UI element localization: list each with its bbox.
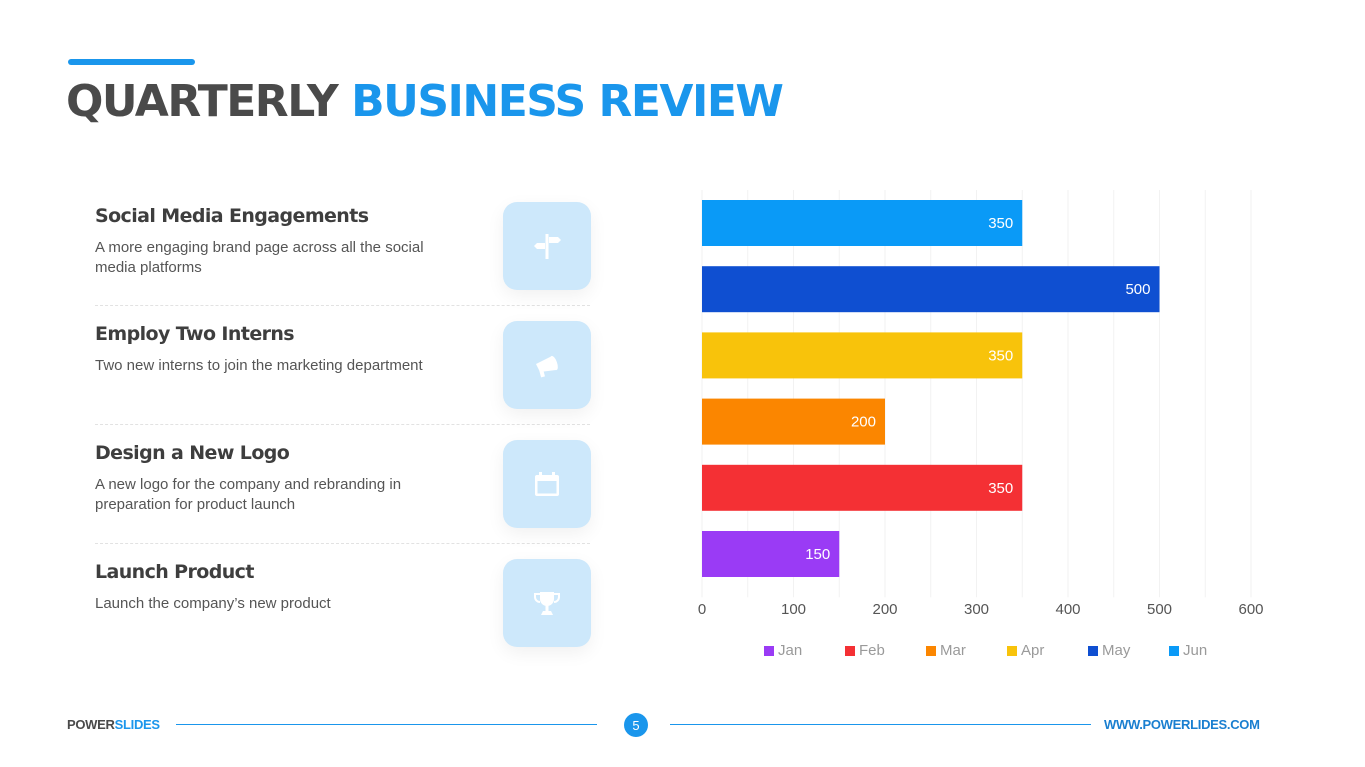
x-tick-label: 500 (1147, 601, 1172, 618)
legend-label: Mar (940, 642, 966, 659)
megaphone-icon-box (503, 321, 591, 409)
bar-chart: 350 500 350 200 350 150 0 100 200 300 400 500 600 (698, 190, 1264, 618)
x-tick-label: 0 (698, 601, 706, 618)
chart-x-ticks: 0 100 200 300 400 500 600 (698, 601, 1264, 618)
legend-item-jun: Jun (1169, 642, 1207, 659)
footer-line-right (670, 724, 1091, 725)
signpost-icon-box (503, 202, 591, 290)
legend-item-mar: Mar (926, 642, 966, 659)
legend-swatch (1088, 645, 1098, 656)
legend-swatch (845, 645, 855, 656)
legend-label: Apr (1021, 642, 1045, 659)
x-tick-label: 200 (872, 601, 897, 618)
item-description: Two new interns to join the marketing de… (95, 357, 423, 374)
divider (95, 305, 590, 306)
megaphone-icon (536, 355, 558, 378)
divider (95, 424, 590, 425)
brand-part-1: POWER (67, 717, 115, 732)
title-part-2: BUSINESS REVIEW (351, 76, 784, 127)
bar-apr (702, 332, 1023, 379)
bar-value-label: 350 (988, 215, 1013, 232)
bar-value-label: 500 (1125, 281, 1150, 298)
divider (95, 543, 590, 544)
bar-feb (702, 464, 1023, 511)
x-tick-label: 300 (964, 601, 989, 618)
title-accent-bar (68, 59, 195, 65)
legend-item-feb: Feb (845, 642, 885, 659)
legend-swatch (926, 645, 936, 656)
x-tick-label: 100 (781, 601, 806, 618)
trophy-icon-box (503, 559, 591, 647)
legend-swatch (1007, 645, 1017, 656)
footer-line-left (176, 724, 597, 725)
calendar-icon (535, 472, 559, 496)
legend-label: May (1102, 642, 1131, 659)
bar-jun (702, 200, 1023, 246)
x-tick-label: 600 (1238, 601, 1263, 618)
bar-value-label: 350 (988, 347, 1013, 364)
bar-may (702, 266, 1160, 313)
x-tick-label: 400 (1055, 601, 1080, 618)
footer-brand: POWERSLIDES (67, 717, 160, 732)
brand-part-2: SLIDES (114, 717, 160, 732)
page-number: 5 (624, 713, 648, 737)
legend-label: Jan (778, 642, 803, 659)
item-description: A new logo for the company and rebrandin… (95, 476, 402, 513)
title-part-1: QUARTERLY (66, 76, 339, 127)
item-description: A more engaging brand page across all th… (95, 239, 424, 276)
calendar-icon-box (503, 440, 591, 528)
legend-label: Feb (859, 642, 885, 659)
legend-item-jan: Jan (764, 642, 802, 659)
bar-value-label: 350 (988, 480, 1013, 497)
signpost-icon (534, 234, 561, 259)
legend-item-may: May (1088, 642, 1130, 659)
legend-swatch (1169, 645, 1179, 656)
trophy-icon (534, 592, 560, 615)
legend-swatch (764, 645, 774, 656)
bar-value-label: 200 (851, 414, 876, 431)
bar-value-label: 150 (805, 546, 830, 563)
page-title: QUARTERLY BUSINESS REVIEW (66, 74, 784, 130)
footer-url[interactable]: WWW.POWERLIDES.COM (1104, 717, 1260, 732)
legend-label: Jun (1183, 642, 1208, 659)
item-description: Launch the company’s new product (95, 595, 331, 612)
legend-item-apr: Apr (1007, 642, 1044, 659)
